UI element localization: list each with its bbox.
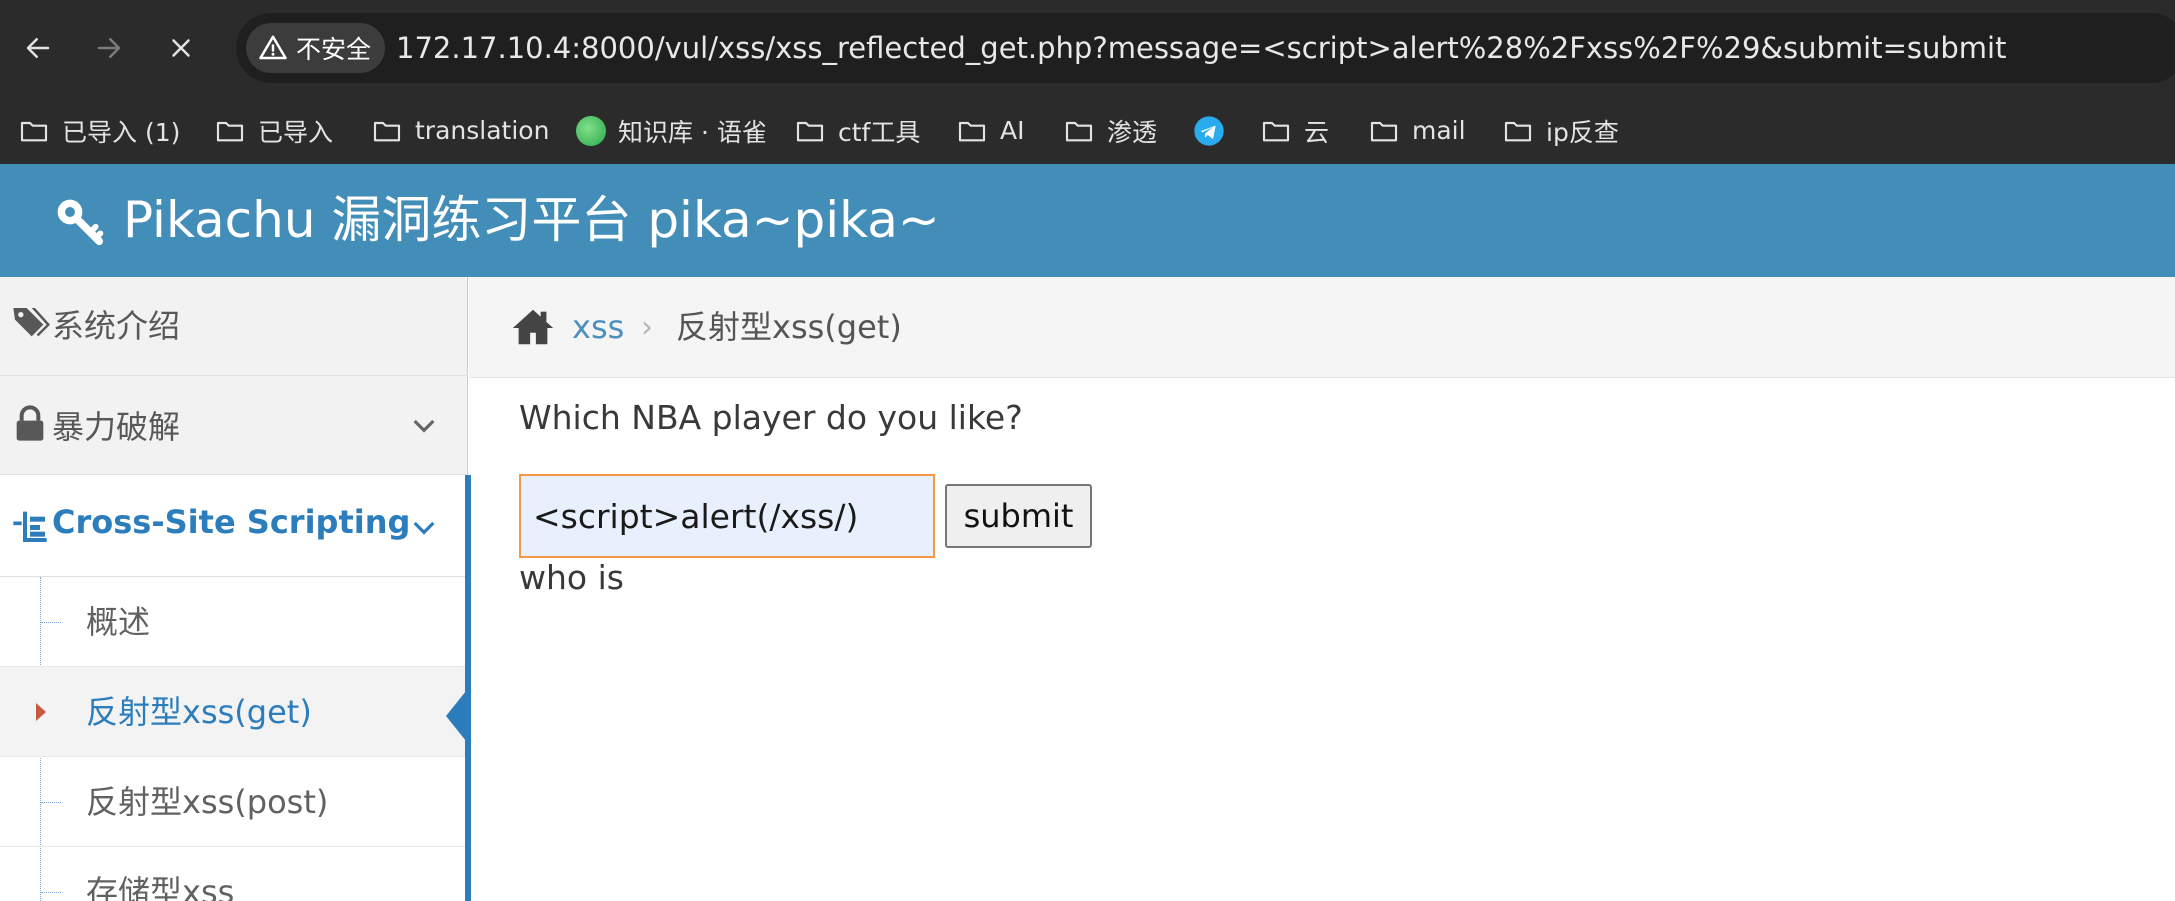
- breadcrumb-link-xss[interactable]: xss: [572, 277, 624, 378]
- submenu-item-label: 反射型xss(get): [86, 693, 312, 731]
- chevron-down-icon: [413, 521, 435, 535]
- bookmark-folder-imported-1[interactable]: 已导入 (1): [18, 97, 180, 164]
- lock-icon: [16, 405, 44, 441]
- browser-toolbar: 不安全 172.17.10.4:8000/vul/xss/xss_reflect…: [0, 0, 2175, 97]
- bookmark-label: 渗透: [1107, 117, 1158, 147]
- submenu-item-label: 存储型xss: [86, 873, 235, 901]
- breadcrumb-separator: ›: [641, 310, 653, 345]
- bookmark-yuque[interactable]: 知识库 · 语雀: [576, 97, 767, 164]
- breadcrumb: xss › 反射型xss(get): [469, 277, 2175, 378]
- home-icon[interactable]: [510, 304, 556, 350]
- back-button[interactable]: [14, 24, 62, 72]
- result-text: who is: [519, 558, 624, 597]
- list-tree-icon: [13, 511, 47, 542]
- form-question: Which NBA player do you like?: [519, 398, 1023, 437]
- folder-icon: [1370, 121, 1398, 141]
- tags-icon: [13, 308, 50, 337]
- arrow-right-icon: [97, 38, 121, 58]
- folder-icon: [1065, 121, 1093, 141]
- chevron-down-icon: [413, 419, 435, 433]
- submenu-item-label: 概述: [86, 603, 151, 641]
- folder-icon: [373, 121, 401, 141]
- telegram-icon: [1194, 115, 1224, 146]
- app-title[interactable]: Pikachu 漏洞练习平台 pika~pika~: [123, 164, 940, 277]
- forward-button[interactable]: [85, 24, 133, 72]
- sidebar-item-label: 系统介绍: [52, 307, 181, 345]
- yuque-icon: [576, 115, 606, 146]
- bookmark-folder-imported[interactable]: 已导入: [214, 97, 333, 164]
- bookmark-label: 已导入 (1): [62, 117, 181, 147]
- address-bar[interactable]: 不安全 172.17.10.4:8000/vul/xss/xss_reflect…: [236, 13, 2175, 83]
- submenu-item-reflected-get[interactable]: 反射型xss(get): [0, 667, 468, 757]
- warning-icon: [259, 35, 287, 60]
- sidebar-item-system-intro[interactable]: 系统介绍: [0, 277, 468, 376]
- caret-right-icon: [36, 703, 46, 721]
- bookmark-label: translation: [415, 116, 550, 145]
- bookmark-label: AI: [1000, 116, 1025, 145]
- security-indicator[interactable]: 不安全: [246, 23, 386, 73]
- submenu-item-reflected-post[interactable]: 反射型xss(post): [0, 757, 468, 847]
- submit-button[interactable]: submit: [945, 484, 1092, 548]
- sidebar-item-xss[interactable]: Cross-Site Scripting: [0, 475, 468, 577]
- security-label: 不安全: [296, 35, 372, 64]
- key-icon: [57, 199, 104, 246]
- bookmark-label: 知识库 · 语雀: [618, 117, 767, 147]
- breadcrumb-current: 反射型xss(get): [676, 308, 902, 346]
- sidebar-item-brute-force[interactable]: 暴力破解: [0, 376, 468, 475]
- message-input[interactable]: [519, 474, 935, 558]
- close-icon: [172, 39, 190, 57]
- submenu-item-stored[interactable]: 存储型xss: [0, 847, 468, 901]
- bookmark-folder-ai[interactable]: AI: [956, 97, 1024, 164]
- bookmark-label: ip反查: [1546, 117, 1619, 147]
- bookmark-label: 已导入: [258, 117, 334, 147]
- bookmark-folder-translation[interactable]: translation: [371, 97, 549, 164]
- tree-branch: [41, 622, 61, 623]
- tree-branch: [41, 802, 61, 803]
- sidebar-item-label: 暴力破解: [52, 408, 181, 446]
- stop-loading-button[interactable]: [157, 24, 205, 72]
- folder-icon: [20, 121, 48, 141]
- folder-icon: [1504, 121, 1532, 141]
- bookmark-folder-pentest[interactable]: 渗透: [1063, 97, 1157, 164]
- bookmark-folder-cloud[interactable]: 云: [1260, 97, 1329, 164]
- folder-icon: [1262, 121, 1290, 141]
- submenu-item-label: 反射型xss(post): [86, 783, 329, 821]
- bookmark-folder-ip-lookup[interactable]: ip反查: [1502, 97, 1619, 164]
- submenu-item-overview[interactable]: 概述: [0, 577, 468, 667]
- bookmark-label: ctf工具: [838, 117, 921, 147]
- bookmark-folder-mail[interactable]: mail: [1368, 97, 1466, 164]
- folder-icon: [796, 121, 824, 141]
- tree-branch: [41, 892, 61, 893]
- bookmark-folder-ctf-tools[interactable]: ctf工具: [794, 97, 920, 164]
- bookmark-label: mail: [1412, 116, 1466, 145]
- xss-submenu: 概述 反射型xss(get) 反射型xss(post) 存储型xss: [0, 577, 468, 901]
- active-item-pointer: [446, 686, 470, 746]
- app-header: Pikachu 漏洞练习平台 pika~pika~: [0, 164, 2175, 277]
- sidebar: 系统介绍 暴力破解 Cross-Site Scripting 概述 反射型xss…: [0, 277, 468, 901]
- sidebar-item-label: Cross-Site Scripting: [52, 503, 411, 541]
- folder-icon: [216, 121, 244, 141]
- url-text[interactable]: 172.17.10.4:8000/vul/xss/xss_reflected_g…: [396, 13, 2006, 83]
- arrow-left-icon: [26, 38, 50, 58]
- bookmarks-bar: 已导入 (1) 已导入 translation 知识库 · 语雀 ctf工具 A…: [0, 97, 2175, 164]
- bookmark-telegram[interactable]: [1193, 97, 1225, 164]
- bookmark-label: 云: [1304, 117, 1330, 147]
- folder-icon: [958, 121, 986, 141]
